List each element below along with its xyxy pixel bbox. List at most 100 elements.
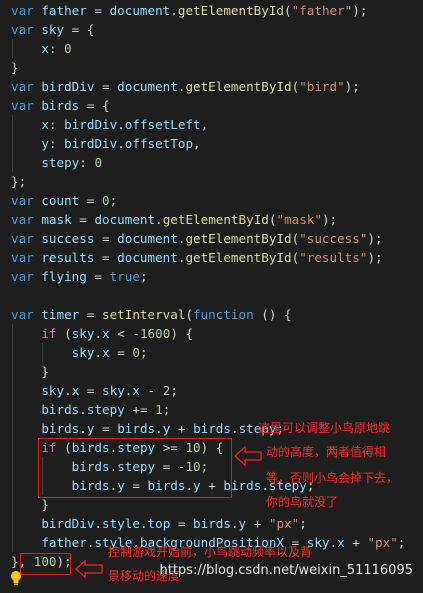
code-token: ); xyxy=(344,79,360,94)
code-token: count xyxy=(41,193,80,208)
code-token: : xyxy=(79,155,95,170)
code-token: birds xyxy=(193,421,231,436)
code-line[interactable]: stepy: 0 xyxy=(11,153,102,172)
code-token: } xyxy=(11,497,49,512)
code-line[interactable]: var flying = true; xyxy=(11,267,148,286)
code-token: results xyxy=(41,250,95,265)
code-token: 0 xyxy=(102,193,110,208)
code-token: . xyxy=(94,516,103,531)
code-token: sky xyxy=(71,326,95,341)
code-line[interactable]: x: birdDiv.offsetLeft, xyxy=(11,115,208,134)
code-token: ; xyxy=(139,269,148,284)
code-line[interactable]: var timer = setInterval(function () { xyxy=(11,305,292,324)
code-token: mask xyxy=(41,212,72,227)
code-token: offsetLeft xyxy=(124,117,201,132)
code-line[interactable]: } xyxy=(11,58,19,77)
code-token: var xyxy=(11,98,34,113)
code-token: flying xyxy=(41,269,87,284)
code-token: y xyxy=(41,136,49,151)
code-line[interactable]: var results = document.getElementById("r… xyxy=(11,248,383,267)
code-token: ( xyxy=(185,307,194,322)
code-line[interactable]: birdDiv.style.top = birds.y + "px"; xyxy=(11,514,306,533)
code-token: ); xyxy=(367,250,383,265)
code-token: ; xyxy=(162,402,171,417)
code-token: x xyxy=(337,535,345,550)
code-token: birds xyxy=(193,516,231,531)
note-stepy-line-4: 你的鸟就没了 xyxy=(266,495,339,509)
code-token: ; xyxy=(170,383,178,398)
code-token: "mask" xyxy=(276,212,322,227)
code-token: () { xyxy=(253,307,292,322)
lightbulb-icon[interactable] xyxy=(10,570,22,586)
code-token: = xyxy=(71,212,95,227)
code-line[interactable]: var mask = document.getElementById("mask… xyxy=(11,210,337,229)
code-token: + xyxy=(246,516,269,531)
code-line[interactable]: if (sky.x < -1600) { xyxy=(11,324,193,343)
code-token: success xyxy=(41,231,95,246)
code-token: "px" xyxy=(268,516,300,531)
code-token: "success" xyxy=(299,231,368,246)
note-stepy-line-2: 动的高度，两者值得相 xyxy=(266,445,387,459)
code-token: = xyxy=(109,345,133,360)
code-token: sky xyxy=(41,383,65,398)
code-line[interactable]: var father = document.getElementById("fa… xyxy=(11,1,367,20)
code-token: = xyxy=(94,421,118,436)
code-token: . xyxy=(170,3,178,18)
code-token: document xyxy=(117,79,178,94)
code-token: birds xyxy=(41,421,80,436)
code-token: if xyxy=(41,326,57,341)
code-token: var xyxy=(11,79,34,94)
code-token: timer xyxy=(41,307,80,322)
code-token: father xyxy=(41,3,87,18)
code-token: function xyxy=(193,307,254,322)
code-token: = xyxy=(94,231,118,246)
code-line[interactable]: birds.stepy += 1; xyxy=(11,400,170,419)
code-line[interactable]: x: 0 xyxy=(11,39,71,58)
code-line[interactable]: var birdDiv = document.getElementById("b… xyxy=(11,77,360,96)
code-line[interactable]: sky.x = 0; xyxy=(11,343,148,362)
code-token: "bird" xyxy=(299,79,345,94)
code-token: ; xyxy=(397,535,406,550)
code-line[interactable]: birds.y = birds.y + birds.stepy; xyxy=(11,419,284,438)
code-token: birds xyxy=(117,421,156,436)
code-token: : xyxy=(48,117,65,132)
code-token: + xyxy=(170,421,194,436)
code-token: : xyxy=(48,136,65,151)
code-line[interactable]: y: birdDiv.offsetTop, xyxy=(11,134,200,153)
code-token: , xyxy=(200,117,209,132)
code-token: "results" xyxy=(299,250,368,265)
code-line[interactable]: var birds = { xyxy=(11,96,110,115)
code-token: x xyxy=(41,41,49,56)
code-line[interactable]: } xyxy=(11,362,49,381)
code-editor[interactable]: var father = document. getElementById ( "fa… xyxy=(0,0,423,593)
code-token: sky xyxy=(102,383,125,398)
code-token: var xyxy=(11,269,34,284)
code-token: ); xyxy=(367,231,383,246)
code-line[interactable]: sky.x = sky.x - 2; xyxy=(11,381,178,400)
code-token: birds xyxy=(41,402,80,417)
code-token: x xyxy=(102,326,110,341)
code-line[interactable]: var count = 0; xyxy=(11,191,117,210)
code-token: "father" xyxy=(291,3,353,18)
code-token: var xyxy=(11,212,34,227)
code-token: }; xyxy=(11,174,27,189)
code-line[interactable]: var sky = { xyxy=(11,20,94,39)
code-token: x xyxy=(41,117,49,132)
code-token: var xyxy=(11,307,34,322)
note-interval-line-1: 控制游戏开始前，小鸟跳动频率以及背 xyxy=(108,545,313,559)
code-token: var xyxy=(11,250,34,265)
code-token: "px" xyxy=(367,535,398,550)
highlight-if-block xyxy=(38,438,232,498)
code-line[interactable]: }; xyxy=(11,172,26,191)
code-token: = { xyxy=(64,22,95,37)
code-token: document xyxy=(117,231,178,246)
code-token: 0 xyxy=(94,155,103,170)
code-line[interactable]: var success = document.getElementById("s… xyxy=(11,229,383,248)
code-token: getElementById xyxy=(185,231,292,246)
code-token: ); xyxy=(321,212,338,227)
code-token: = { xyxy=(79,98,110,113)
